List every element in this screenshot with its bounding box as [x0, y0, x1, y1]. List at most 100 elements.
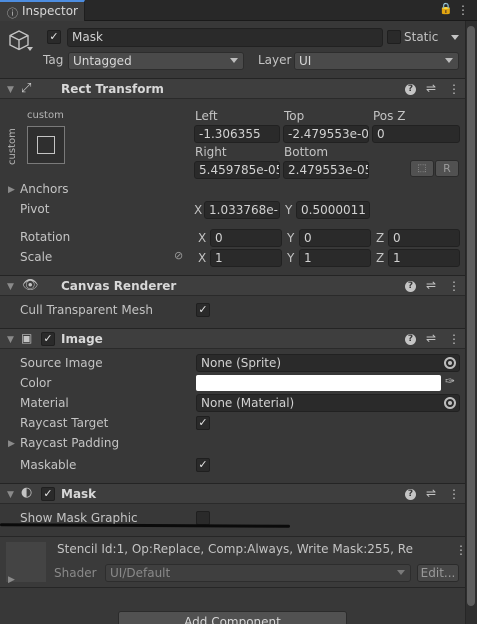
static-label: Static [404, 30, 439, 44]
rotation-z-input[interactable]: 0 [388, 229, 460, 247]
stencil-info: Stencil Id:1, Op:Replace, Comp:Always, W… [57, 542, 413, 556]
right-label: Right [195, 145, 227, 159]
scale-label: Scale [20, 250, 53, 264]
component-menu-icon[interactable]: ⋮ [448, 83, 460, 95]
help-icon[interactable]: ? [405, 84, 416, 95]
layer-value: UI [299, 54, 312, 68]
anchors-foldout-icon[interactable]: ▶ [8, 185, 15, 195]
rotation-y-label: Y [287, 231, 295, 245]
static-checkbox[interactable] [387, 30, 401, 44]
cull-transparent-label: Cull Transparent Mesh [20, 303, 153, 317]
object-picker-icon[interactable] [444, 357, 456, 369]
add-component-button[interactable]: Add Component [118, 611, 347, 624]
anchor-rect-icon [37, 136, 55, 154]
chevron-down-icon [397, 570, 405, 575]
tab-label: Inspector [22, 4, 78, 18]
object-picker-icon[interactable] [444, 397, 456, 409]
material-foldout-icon[interactable]: ▶ [8, 575, 15, 585]
maskable-checkbox[interactable]: ✓ [196, 458, 210, 472]
chevron-down-icon [445, 58, 453, 63]
help-icon[interactable]: ? [405, 489, 416, 500]
rotation-z-label: Z [376, 231, 385, 245]
rect-transform-icon: ⤢ [21, 81, 32, 96]
eye-icon: 👁 [22, 278, 39, 293]
foldout-arrow-icon[interactable]: ▼ [7, 85, 14, 95]
bottom-label: Bottom [284, 145, 329, 159]
pivot-y-label: Y [285, 203, 293, 217]
presets-icon[interactable]: ⇌ [426, 487, 436, 499]
image-enabled-checkbox[interactable]: ✓ [41, 332, 55, 346]
foldout-arrow-icon[interactable]: ▼ [7, 490, 14, 500]
component-menu-icon[interactable]: ⋮ [448, 488, 460, 500]
rotation-y-input[interactable]: 0 [299, 229, 371, 247]
chevron-down-icon [230, 58, 238, 63]
source-image-field[interactable]: None (Sprite) [196, 354, 460, 372]
tab-menu-icon[interactable]: ⋮ [457, 4, 469, 16]
foldout-arrow-icon[interactable]: ▼ [7, 282, 14, 292]
eyedropper-icon[interactable]: ✑ [445, 374, 455, 388]
top-input[interactable]: -2.479553e-0 [283, 125, 369, 143]
component-menu-icon[interactable]: ⋮ [448, 333, 460, 345]
scale-z-label: Z [376, 251, 385, 265]
scale-y-input[interactable]: 1 [299, 249, 371, 267]
cull-transparent-checkbox[interactable]: ✓ [196, 303, 210, 317]
static-dropdown-caret[interactable] [451, 35, 459, 40]
color-swatch[interactable] [196, 375, 441, 391]
material-field[interactable]: None (Material) [196, 394, 460, 412]
pivot-x-input[interactable]: 1.033768e-( [204, 201, 280, 219]
scale-y-label: Y [287, 251, 295, 265]
foldout-arrow-icon[interactable]: ▼ [7, 335, 14, 345]
anchor-preset-label: custom [27, 110, 64, 121]
rotation-label: Rotation [20, 230, 71, 244]
blueprint-icon: ⬚ [417, 163, 427, 174]
rotation-x-input[interactable]: 0 [210, 229, 282, 247]
active-checkbox[interactable]: ✓ [47, 30, 61, 44]
shader-dropdown[interactable]: UI/Default [105, 564, 411, 582]
material-label: Material [20, 396, 69, 410]
lock-icon[interactable]: 🔒 [439, 2, 453, 15]
left-input[interactable]: -1.306355 [194, 125, 280, 143]
scale-z-input[interactable]: 1 [388, 249, 460, 267]
scrollbar-thumb[interactable] [467, 26, 475, 606]
tag-label: Tag [43, 53, 64, 67]
help-icon[interactable]: ? [405, 334, 416, 345]
raycast-padding-label[interactable]: Raycast Padding [20, 436, 119, 450]
left-label: Left [195, 109, 218, 123]
pivot-label: Pivot [20, 202, 50, 216]
object-name-input[interactable]: Mask [67, 28, 383, 47]
raycast-target-label: Raycast Target [20, 416, 109, 430]
scale-x-input[interactable]: 1 [210, 249, 282, 267]
anchor-presets-button[interactable] [27, 126, 65, 164]
pivot-x-label: X [194, 203, 203, 217]
pivot-y-input[interactable]: 0.5000011 [296, 201, 370, 219]
tag-dropdown[interactable]: Untagged [68, 52, 244, 70]
bottom-input[interactable]: 2.479553e-05 [283, 161, 369, 179]
presets-icon[interactable]: ⇌ [426, 279, 436, 291]
icon-dropdown-caret[interactable] [27, 47, 33, 51]
mask-component-icon: ◐ [21, 485, 33, 500]
scale-x-label: X [198, 251, 207, 265]
tab-inspector[interactable]: ⓘ Inspector [0, 0, 85, 21]
anchors-label[interactable]: Anchors [20, 182, 69, 196]
right-input[interactable]: 5.459785e-05 [194, 161, 280, 179]
mask-enabled-checkbox[interactable]: ✓ [41, 487, 55, 501]
posz-input[interactable]: 0 [372, 125, 460, 143]
edit-shader-button[interactable]: Edit... [417, 564, 459, 582]
presets-icon[interactable]: ⇌ [426, 332, 436, 344]
color-label: Color [20, 376, 52, 390]
show-mask-graphic-checkbox[interactable] [196, 511, 210, 525]
blueprint-mode-button[interactable]: ⬚ [410, 160, 434, 177]
raycast-padding-foldout-icon[interactable]: ▶ [8, 439, 15, 449]
scribble-line [0, 523, 291, 528]
raw-edit-button[interactable]: R [435, 160, 459, 177]
shader-label: Shader [54, 566, 97, 580]
presets-icon[interactable]: ⇌ [426, 82, 436, 94]
help-icon[interactable]: ? [405, 281, 416, 292]
image-component-icon: ▣ [21, 331, 33, 345]
component-menu-icon[interactable]: ⋮ [448, 280, 460, 292]
constrain-proportions-icon[interactable]: ⊘ [174, 249, 183, 262]
raycast-target-checkbox[interactable]: ✓ [196, 416, 210, 430]
anchor-preset-side-label: custom [7, 128, 18, 165]
canvas-renderer-title: Canvas Renderer [61, 279, 177, 293]
layer-dropdown[interactable]: UI [294, 52, 459, 70]
